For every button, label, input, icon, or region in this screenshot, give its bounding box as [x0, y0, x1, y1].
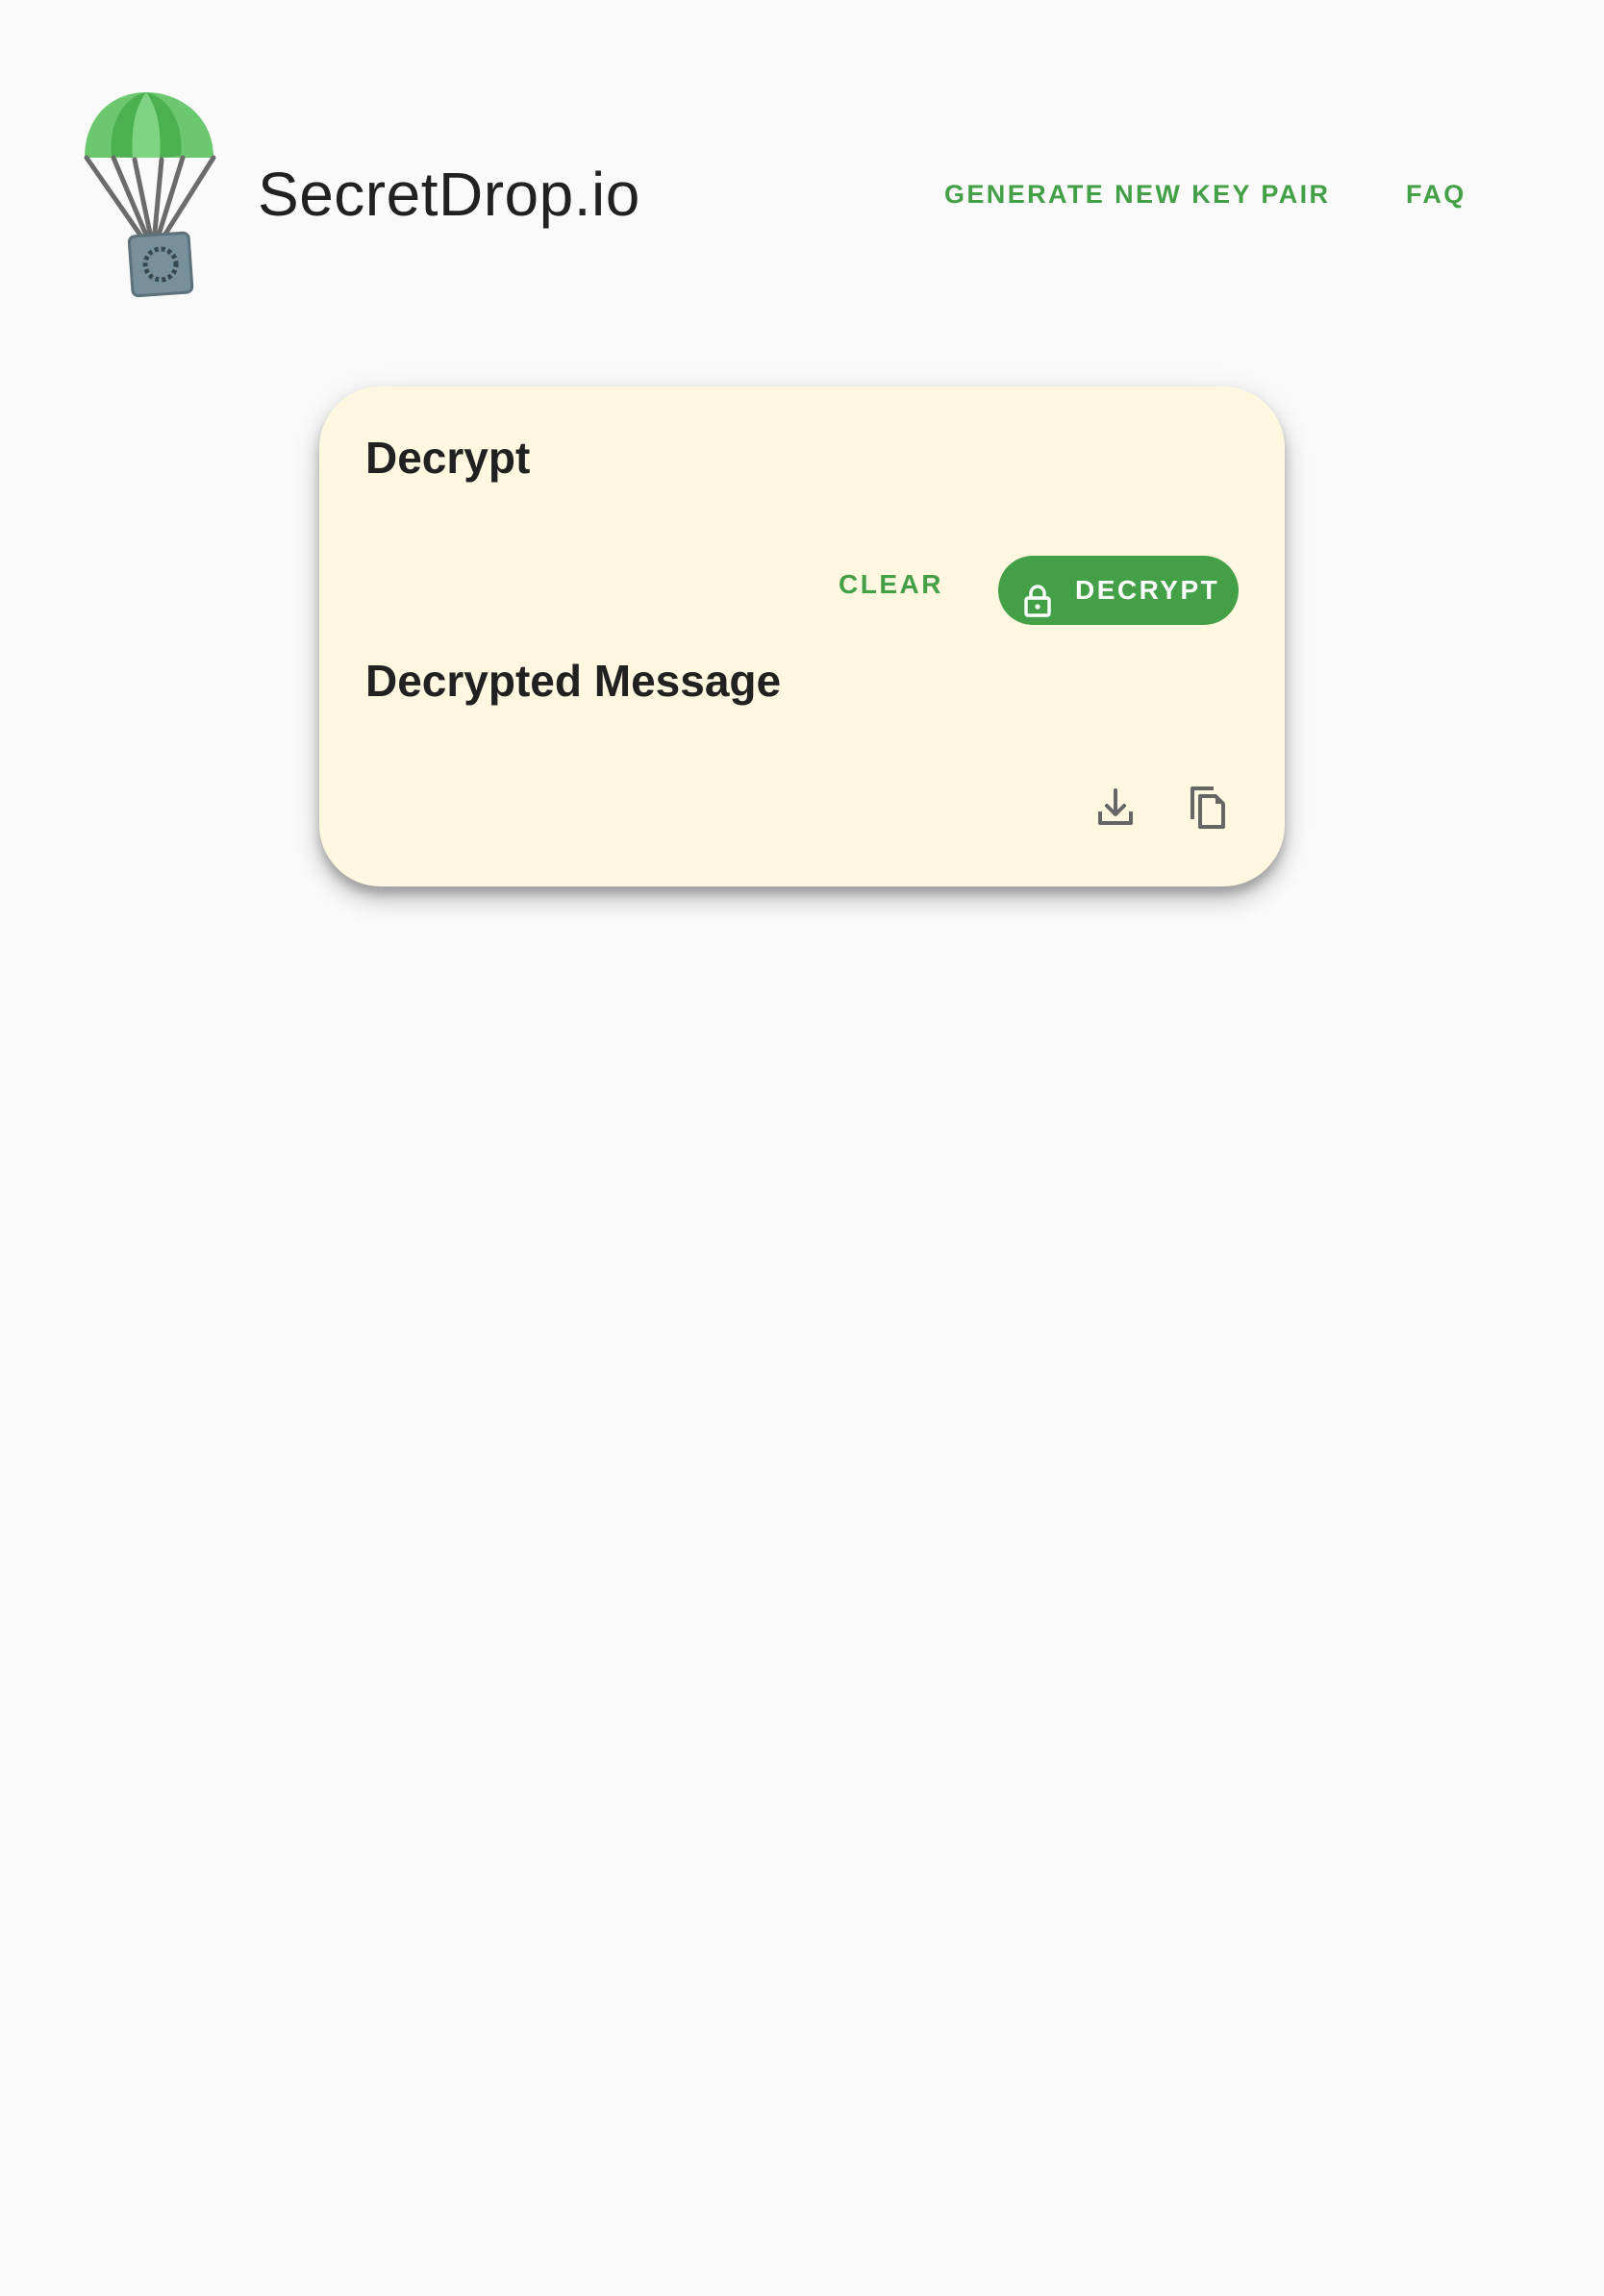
copy-icon [1190, 786, 1225, 829]
decrypt-button[interactable]: DECRYPT [998, 556, 1239, 625]
copy-button[interactable] [1181, 781, 1235, 835]
brand-title: SecretDrop.io [258, 160, 640, 229]
faq-link[interactable]: FAQ [1406, 179, 1466, 210]
parachute-logo-icon [79, 88, 223, 300]
download-icon [1098, 788, 1133, 825]
decrypt-card: Decrypt CLEAR DECRYPT Decrypted Message [319, 387, 1285, 886]
page: SecretDrop.io GENERATE NEW KEY PAIR FAQ … [0, 0, 1604, 2296]
download-button[interactable] [1089, 781, 1142, 835]
lock-icon [1023, 574, 1052, 617]
app-header: SecretDrop.io GENERATE NEW KEY PAIR FAQ [0, 0, 1604, 308]
decrypted-message-title: Decrypted Message [365, 656, 782, 706]
clear-button[interactable]: CLEAR [839, 560, 943, 610]
decrypt-button-label: DECRYPT [1075, 575, 1220, 605]
card-title: Decrypt [365, 433, 531, 483]
generate-key-pair-link[interactable]: GENERATE NEW KEY PAIR [944, 179, 1330, 210]
